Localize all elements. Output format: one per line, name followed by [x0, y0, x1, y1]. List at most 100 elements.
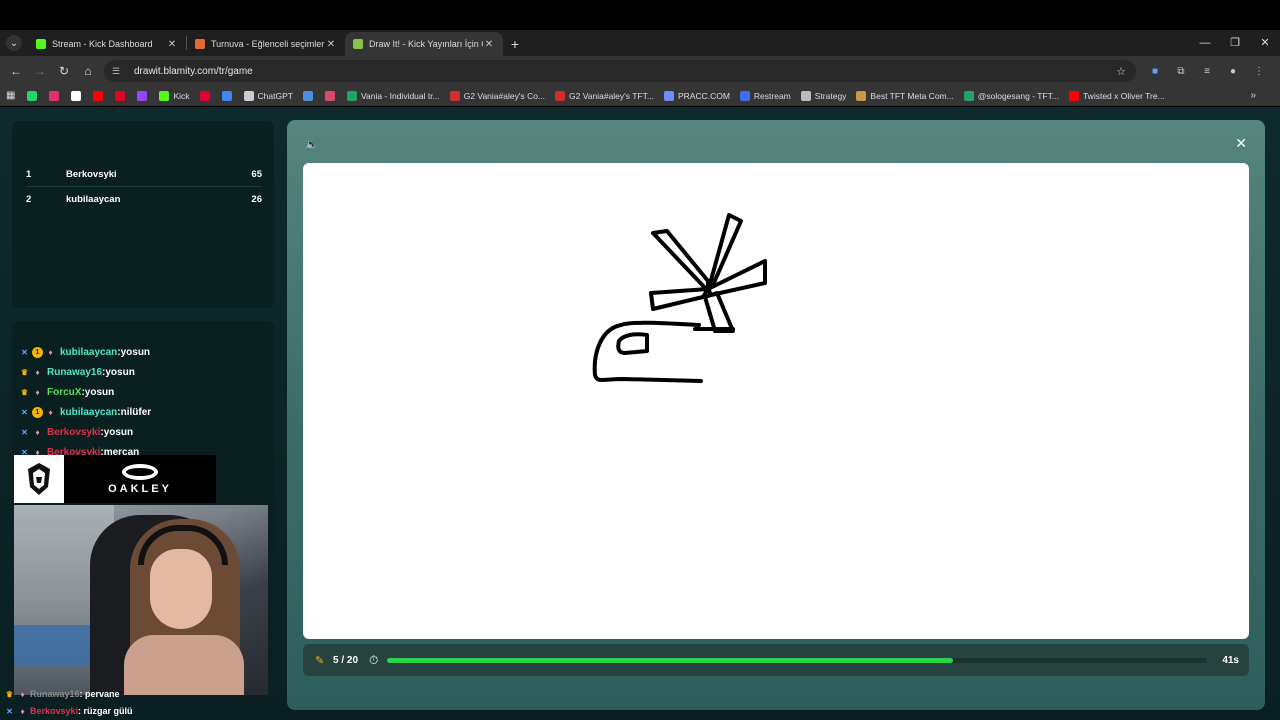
bookmark-item[interactable]	[71, 90, 85, 101]
bookmark-item[interactable]	[115, 90, 129, 101]
bookmark-item[interactable]: Kick	[159, 90, 190, 101]
drawing-canvas[interactable]	[303, 163, 1249, 639]
bookmark-item[interactable]	[221, 90, 236, 101]
reload-icon[interactable]: ↻	[52, 64, 76, 78]
tab-title: Stream - Kick Dashboard	[52, 39, 153, 49]
bookmark-favicon-icon	[302, 90, 313, 101]
bookmark-item[interactable]	[49, 90, 63, 101]
chat-username[interactable]: kubilaaycan	[60, 347, 117, 358]
bookmark-item[interactable]: PRACC.COM	[663, 90, 730, 101]
chat-username: Runaway16	[30, 689, 80, 699]
tab-kick-dashboard[interactable]: Stream - Kick Dashboard ✕	[28, 32, 186, 56]
bookmark-label: Kick	[173, 90, 190, 101]
restore-icon[interactable]: ❐	[1220, 30, 1250, 56]
speaker-icon[interactable]: 🔈	[305, 138, 319, 151]
bookmark-favicon-icon	[324, 90, 335, 101]
bookmark-label: G2 Vania#aley's TFT...	[569, 90, 654, 101]
home-icon[interactable]: ⌂	[76, 64, 100, 78]
rank: 1	[26, 168, 32, 180]
bookmark-item[interactable]: Vania - Individual tr...	[346, 90, 440, 101]
close-window-icon[interactable]: ✕	[1250, 30, 1280, 56]
bookmark-item[interactable]: Restream	[739, 90, 791, 101]
profile-avatar-icon[interactable]: ●	[1220, 66, 1246, 77]
kick-icon	[36, 39, 46, 49]
bookmark-item[interactable]: G2 Vania#aley's Co...	[449, 90, 545, 101]
close-icon[interactable]: ✕	[1235, 135, 1247, 152]
bookmark-favicon-icon	[963, 90, 974, 101]
bookmark-item[interactable]	[93, 90, 107, 101]
timer-track	[387, 657, 1207, 663]
oakley-ellipse-icon	[122, 463, 158, 480]
chat-username[interactable]: kubilaaycan	[60, 407, 117, 418]
more-bookmarks-icon[interactable]: »	[1250, 90, 1256, 101]
bookmark-item[interactable]	[137, 90, 151, 101]
webcam-streamer-body	[124, 635, 244, 695]
bookmark-favicon-icon	[243, 90, 254, 101]
close-tab-icon[interactable]: ✕	[483, 39, 495, 50]
bookmark-item[interactable]: @sologesang - TFT...	[963, 90, 1059, 101]
close-tab-icon[interactable]: ✕	[166, 39, 178, 50]
back-icon[interactable]: ←	[4, 64, 28, 78]
bookmark-item[interactable]: Twisted x Oliver Tre...	[1068, 90, 1165, 101]
player-points: 26	[251, 193, 262, 205]
pin-badge-icon: ♦	[35, 367, 40, 377]
bookmark-item[interactable]	[27, 90, 41, 101]
chat-message: :yosun	[81, 386, 115, 398]
g2-logo	[14, 455, 64, 503]
leaderboard-panel: 1 Berkovsyki 65 2 kubilaaycan 26	[12, 121, 274, 308]
bookmark-favicon-icon	[449, 90, 460, 101]
round-counter: 5 / 20	[333, 654, 359, 666]
bookmark-label: PRACC.COM	[677, 90, 730, 101]
bookmark-item[interactable]	[324, 90, 339, 101]
chevron-down-icon: ⌄	[6, 35, 22, 51]
screen-top-border	[0, 0, 1280, 30]
extensions-icon[interactable]: ⧉	[1168, 66, 1194, 77]
chat-message: :yosun	[100, 426, 134, 438]
minimize-icon[interactable]: —	[1190, 30, 1220, 56]
bookmark-favicon-icon	[856, 90, 867, 101]
chat-message: :yosun	[117, 346, 151, 358]
close-tab-icon[interactable]: ✕	[325, 39, 337, 50]
chat-message-line: ✕ ♦ Berkovsyki:yosun	[19, 423, 133, 441]
tab-search-button[interactable]: ⌄	[0, 30, 28, 56]
translate-icon[interactable]: ■	[1142, 66, 1168, 77]
bookmark-item[interactable]	[199, 90, 214, 101]
rank: 2	[26, 193, 32, 205]
address-bar[interactable]: ☰ drawit.blamity.com/tr/game ☆	[104, 60, 1136, 82]
site-info-icon[interactable]: ☰	[112, 66, 124, 77]
bookmark-item[interactable]: ChatGPT	[243, 90, 293, 101]
bookmark-star-icon[interactable]: ☆	[1116, 65, 1126, 78]
leaderboard-row: 1 Berkovsyki 65	[26, 165, 262, 183]
pin-badge-icon: ♦	[20, 706, 25, 716]
pencil-icon: ✎	[315, 654, 325, 667]
one-badge-icon: 1	[32, 406, 43, 418]
bookmark-label: ChatGPT	[257, 90, 293, 101]
pin-badge-icon: ♦	[35, 427, 40, 437]
forward-icon[interactable]: →	[28, 64, 52, 78]
bookmark-item[interactable]: Strategy	[800, 90, 846, 101]
new-tab-button[interactable]: +	[503, 32, 527, 56]
bookmark-item[interactable]	[302, 90, 317, 101]
chat-username[interactable]: Berkovsyki	[47, 427, 100, 438]
chat-message: : pervane	[79, 689, 120, 699]
bookmark-favicon-icon	[1068, 90, 1079, 101]
reading-list-icon[interactable]: ≡	[1194, 66, 1220, 77]
chat-username[interactable]: Runaway16	[47, 367, 102, 378]
bookmark-label: Best TFT Meta Com...	[870, 90, 954, 101]
player-points: 65	[251, 168, 262, 180]
chat-message-line: ♛ ♦ Runaway16:yosun	[19, 363, 135, 381]
menu-kebab-icon[interactable]: ⋮	[1246, 66, 1272, 77]
chat-username: Berkovsyki	[30, 706, 79, 716]
chat-message: :yosun	[102, 366, 135, 378]
crown-badge-icon: ♛	[5, 689, 14, 699]
bookmark-favicon-icon	[800, 90, 811, 101]
tab-turnuva[interactable]: Turnuva - Eğlenceli seçimler yap ✕	[187, 32, 345, 56]
chat-username[interactable]: ForcuX	[47, 387, 81, 398]
bookmark-item[interactable]: G2 Vania#aley's TFT...	[555, 90, 654, 101]
apps-grid-icon[interactable]: ▦	[6, 90, 15, 101]
bookmark-item[interactable]: Best TFT Meta Com...	[856, 90, 954, 101]
overlay-chat-line: ✕ ♦ Berkovsyki : rüzgar gülü	[4, 704, 132, 718]
bookmark-favicon-icon	[71, 90, 82, 101]
tab-draw-it[interactable]: Draw It! - Kick Yayınları İçin Çiz ✕	[345, 32, 503, 56]
bookmark-label: Twisted x Oliver Tre...	[1082, 90, 1165, 101]
